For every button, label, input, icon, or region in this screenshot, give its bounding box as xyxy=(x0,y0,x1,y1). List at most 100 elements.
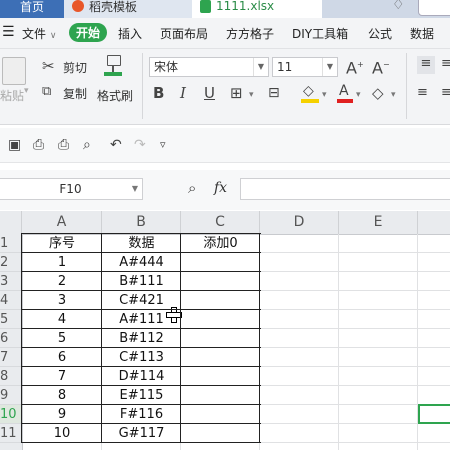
table-cell[interactable]: G#117 xyxy=(102,424,181,443)
font-color-icon[interactable]: A xyxy=(337,83,353,103)
paste-icon[interactable] xyxy=(2,57,26,85)
tab-file[interactable]: 1111.xlsx xyxy=(192,0,322,18)
borders-dropdown-icon[interactable]: ▾ xyxy=(249,87,254,103)
header-cell[interactable]: 添加0 xyxy=(181,234,260,253)
spreadsheet-file-icon xyxy=(200,0,211,13)
save-icon[interactable]: ▣ xyxy=(8,137,21,153)
decrease-font-icon[interactable]: A− xyxy=(372,57,390,76)
paste-label[interactable]: 粘贴 xyxy=(0,87,24,104)
column-header-d[interactable]: D xyxy=(260,211,339,234)
menu-bar: ☰ 文件 ∨ 开始 插入 页面布局 方方格子 DIY工具箱 公式 数据 xyxy=(0,18,450,49)
table-border xyxy=(22,404,261,405)
table-cell[interactable]: 9 xyxy=(22,405,102,424)
bold-icon[interactable]: B xyxy=(153,85,164,101)
table-cell[interactable]: 10 xyxy=(22,424,102,443)
window-button[interactable] xyxy=(418,0,450,16)
font-size-select[interactable]: 11 ▼ xyxy=(272,57,338,77)
tab-template[interactable]: 稻壳模板 xyxy=(64,0,192,18)
copy-icon[interactable]: ⧉ xyxy=(42,84,51,100)
column-header-f[interactable] xyxy=(418,211,450,234)
header-cell[interactable]: 序号 xyxy=(22,234,102,253)
menu-file-label: 文件 xyxy=(22,27,47,41)
underline-icon[interactable]: U xyxy=(204,85,215,101)
table-cell[interactable]: 1 xyxy=(22,253,102,272)
table-cell[interactable]: E#115 xyxy=(102,386,181,405)
menu-file[interactable]: 文件 ∨ xyxy=(22,25,56,42)
table-cell[interactable]: 5 xyxy=(22,329,102,348)
table-cell[interactable]: 6 xyxy=(22,348,102,367)
print-preview-icon[interactable]: ⌕ xyxy=(83,137,91,153)
tab-bar: 首页 稻壳模板 1111.xlsx ♢ xyxy=(0,0,450,18)
customize-qat-icon[interactable]: ▿ xyxy=(160,137,166,153)
table-cell[interactable]: F#116 xyxy=(102,405,181,424)
table-cell[interactable]: B#112 xyxy=(102,329,181,348)
menu-formula[interactable]: 公式 xyxy=(368,25,392,42)
select-all-corner[interactable] xyxy=(0,211,22,234)
table-cell[interactable]: 2 xyxy=(22,272,102,291)
header-cell[interactable]: 数据 xyxy=(102,234,181,253)
align-center-icon[interactable]: ≡ xyxy=(441,85,450,101)
export-icon[interactable]: ⎙ xyxy=(33,137,44,153)
table-cell[interactable]: B#111 xyxy=(102,272,181,291)
eraser-icon[interactable]: ◇ xyxy=(372,85,384,101)
column-header-c[interactable]: C xyxy=(181,211,260,234)
fill-dropdown-icon[interactable]: ▾ xyxy=(322,87,327,103)
name-box[interactable]: F10 ▼ xyxy=(0,178,143,200)
clear-dropdown-icon[interactable]: ▾ xyxy=(391,87,396,103)
menu-fangfang[interactable]: 方方格子 xyxy=(226,25,274,42)
tab-home[interactable]: 首页 xyxy=(0,0,64,18)
table-cell[interactable]: 7 xyxy=(22,367,102,386)
borders-icon[interactable]: ⊞ xyxy=(230,85,243,101)
docer-logo-icon xyxy=(72,0,84,12)
menu-start[interactable]: 开始 xyxy=(69,23,107,42)
table-cell[interactable]: C#113 xyxy=(102,348,181,367)
format-painter-icon[interactable] xyxy=(104,55,122,76)
menu-page-layout[interactable]: 页面布局 xyxy=(160,25,208,42)
table-cell[interactable]: 3 xyxy=(22,291,102,310)
column-header-e[interactable]: E xyxy=(339,211,418,234)
align-middle-icon[interactable]: ≡ xyxy=(441,56,450,72)
cut-label[interactable]: 剪切 xyxy=(63,59,87,76)
formula-input[interactable] xyxy=(240,178,450,200)
table-cell[interactable]: C#421 xyxy=(102,291,181,310)
scissors-icon[interactable]: ✂ xyxy=(42,58,55,74)
table-cell[interactable]: 8 xyxy=(22,386,102,405)
column-header-a[interactable]: A xyxy=(22,211,102,234)
column-header-bar: A B C D E xyxy=(0,211,450,235)
font-color-dropdown-icon[interactable]: ▾ xyxy=(356,87,361,103)
tab-template-label: 稻壳模板 xyxy=(89,0,138,14)
align-top-icon[interactable]: ≡ xyxy=(417,56,435,74)
zoom-search-icon[interactable]: ⌕ xyxy=(188,180,196,196)
chevron-down-icon: ∨ xyxy=(49,31,57,41)
table-border xyxy=(22,328,261,329)
table-cell[interactable]: A#111 xyxy=(102,310,181,329)
paste-dropdown-icon[interactable]: ▾ xyxy=(24,83,29,99)
table-border xyxy=(101,233,102,443)
italic-icon[interactable]: I xyxy=(180,85,186,101)
align-left-icon[interactable]: ≡ xyxy=(417,85,428,101)
fx-icon[interactable]: fx xyxy=(214,180,227,196)
menu-insert[interactable]: 插入 xyxy=(118,25,142,42)
font-name-select[interactable]: 宋体 ▼ xyxy=(149,57,269,77)
fill-color-icon[interactable]: ◇ xyxy=(301,83,319,103)
table-cell[interactable]: 4 xyxy=(22,310,102,329)
table-cell[interactable]: D#114 xyxy=(102,367,181,386)
active-cell-f10[interactable] xyxy=(418,404,450,424)
merge-cells-icon[interactable]: ⊟ xyxy=(268,85,280,101)
column-header-b[interactable]: B xyxy=(102,211,181,234)
notification-icon[interactable]: ♢ xyxy=(392,0,405,13)
chevron-down-icon[interactable]: ▼ xyxy=(322,58,337,76)
copy-label[interactable]: 复制 xyxy=(63,85,87,102)
chevron-down-icon[interactable]: ▼ xyxy=(253,58,268,76)
chevron-down-icon[interactable]: ▼ xyxy=(132,179,138,199)
hamburger-menu-icon[interactable]: ☰ xyxy=(2,24,15,40)
print-icon[interactable]: ⎙ xyxy=(58,137,69,153)
format-painter-label[interactable]: 格式刷 xyxy=(97,87,133,104)
increase-font-icon[interactable]: A+ xyxy=(346,57,364,76)
undo-icon[interactable]: ↶ xyxy=(110,137,122,153)
table-cell[interactable]: A#444 xyxy=(102,253,181,272)
menu-data[interactable]: 数据 xyxy=(410,25,434,42)
menu-start-label: 开始 xyxy=(75,26,100,40)
redo-icon[interactable]: ↷ xyxy=(134,137,146,153)
menu-diy-toolbox[interactable]: DIY工具箱 xyxy=(292,25,348,42)
